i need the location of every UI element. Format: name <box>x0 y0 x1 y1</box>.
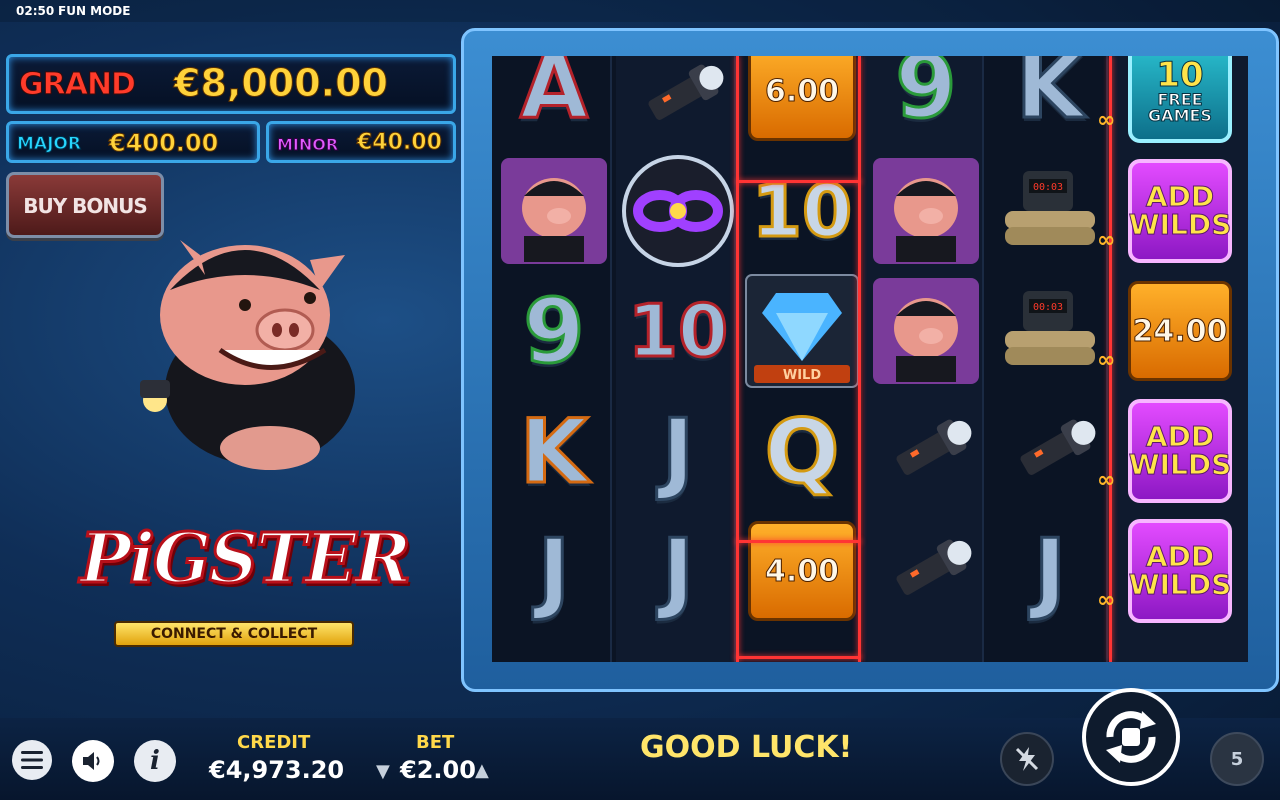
pig-icon <box>873 158 979 264</box>
spin-button[interactable] <box>1082 688 1180 786</box>
logo-title: PiGSTER <box>78 518 412 601</box>
reel-5: K 00:03 00:03 J <box>988 56 1108 662</box>
reel-3: 6.00 10 WILD Q 4.00 <box>740 56 860 662</box>
chain-icon: ∞ <box>1097 228 1116 253</box>
status-bar: 02:50 FUN MODE <box>0 0 1280 22</box>
reel-1: A 9 K J <box>492 56 612 662</box>
symbol-flashlight <box>616 56 740 156</box>
minor-value: €40.00 <box>357 130 443 156</box>
reel-grid: A 9 K J 10 J J 6.00 10 WILD Q 4.00 9 K 0… <box>492 56 1248 662</box>
bet-increase-button[interactable]: ▲ <box>475 760 489 781</box>
grand-jackpot: GRAND €8,000.00 <box>6 54 456 114</box>
coin-value-6: 6.00 <box>740 56 864 151</box>
laser-line <box>736 656 861 659</box>
credit-label: CREDIT <box>237 732 311 753</box>
symbol-flashlight <box>864 511 988 631</box>
bomb-icon: 00:03 <box>1005 171 1095 245</box>
pig-icon <box>501 158 607 264</box>
symbol-flashlight <box>864 391 988 511</box>
chain-icon: ∞ <box>1097 108 1116 133</box>
symbol-10: 10 <box>750 168 853 255</box>
reel-2: 10 J J <box>616 56 736 662</box>
symbol-9: 9 <box>894 56 958 139</box>
reel-6: 10 FREE GAMES ADD WILDS 24.00 ADD WILDS A… <box>1112 56 1248 662</box>
flashlight-icon <box>896 419 972 475</box>
laser-line <box>736 56 739 662</box>
spin-arrows-icon <box>1106 711 1156 763</box>
symbol-j: J <box>536 518 572 624</box>
chain-icon: ∞ <box>1097 588 1116 613</box>
info-icon: i <box>150 746 160 776</box>
lightning-icon <box>1015 747 1039 771</box>
symbol-connect-collect <box>616 151 740 271</box>
bet-label: BET <box>416 732 455 753</box>
symbol-j: J <box>1032 518 1068 624</box>
connect-collect-icon <box>622 155 734 267</box>
symbol-k: K <box>518 398 589 504</box>
symbol-bomb: 00:03 <box>988 151 1112 271</box>
speaker-icon <box>83 752 100 770</box>
symbol-diamond-wild: WILD <box>740 271 864 391</box>
bet-decrease-button[interactable]: ▼ <box>376 761 390 782</box>
flashlight-icon <box>648 64 724 120</box>
major-jackpot: MAJOR €400.00 <box>6 121 260 163</box>
free-games-symbol: 10 FREE GAMES <box>1112 56 1248 151</box>
info-button[interactable]: i <box>134 740 176 782</box>
svg-text:00:03: 00:03 <box>1033 182 1063 193</box>
svg-text:00:03: 00:03 <box>1033 302 1063 313</box>
pig-icon <box>873 278 979 384</box>
minor-label: MINOR <box>276 135 339 155</box>
reel-4: 9 <box>864 56 984 662</box>
flashlight-icon <box>896 539 972 595</box>
bomb-icon: 00:03 <box>1005 291 1095 365</box>
symbol-q: Q <box>763 398 841 504</box>
symbol-a: A <box>518 56 589 139</box>
laser-line <box>736 180 861 183</box>
symbol-k: K <box>1014 56 1085 139</box>
diamond-wild-icon: WILD <box>745 274 859 388</box>
coin-value-24: 24.00 <box>1112 271 1248 391</box>
symbol-flashlight <box>988 391 1112 511</box>
chain-icon: ∞ <box>1097 468 1116 493</box>
turbo-button[interactable] <box>1000 732 1054 786</box>
add-wilds-symbol: ADD WILDS <box>1112 511 1248 631</box>
pig-character-illustration <box>140 240 355 470</box>
symbol-pig <box>864 151 988 271</box>
chain-icon: ∞ <box>1097 348 1116 373</box>
bet-value: €2.00 <box>400 756 476 784</box>
flashlight-icon <box>1020 419 1096 475</box>
symbol-bomb: 00:03 <box>988 271 1112 391</box>
mode-label: FUN MODE <box>58 4 131 18</box>
hamburger-icon <box>21 751 43 769</box>
grand-value: €8,000.00 <box>174 61 389 106</box>
symbol-pig <box>492 151 616 271</box>
grand-label: GRAND <box>19 67 137 103</box>
add-wilds-symbol: ADD WILDS <box>1112 391 1248 511</box>
major-label: MAJOR <box>17 134 82 155</box>
game-logo: PiGSTER CONNECT & COLLECT <box>62 505 418 665</box>
add-wilds-symbol: ADD WILDS <box>1112 151 1248 271</box>
minor-jackpot: MINOR €40.00 <box>266 121 456 163</box>
autoplay-button[interactable]: 5 <box>1210 732 1264 786</box>
logo-tagline-text: CONNECT & COLLECT <box>150 626 318 642</box>
laser-line <box>858 56 861 662</box>
symbol-10: 10 <box>626 288 729 375</box>
symbol-j: J <box>660 398 696 504</box>
laser-line <box>736 540 861 543</box>
major-value: €400.00 <box>108 129 219 158</box>
credit-value: €4,973.20 <box>209 756 345 784</box>
symbol-j: J <box>660 518 696 624</box>
symbol-9: 9 <box>522 278 586 384</box>
autoplay-count: 5 <box>1230 748 1244 770</box>
symbol-pig <box>864 271 988 391</box>
status-message: GOOD LUCK! <box>640 730 853 765</box>
sound-button[interactable] <box>72 740 114 782</box>
buy-bonus-label: BUY BONUS <box>23 194 148 218</box>
coin-value-4: 4.00 <box>740 511 864 631</box>
logo-tagline: CONNECT & COLLECT <box>114 621 354 647</box>
menu-button[interactable] <box>12 740 52 780</box>
wild-label: WILD <box>783 368 821 383</box>
clock: 02:50 <box>16 4 55 18</box>
